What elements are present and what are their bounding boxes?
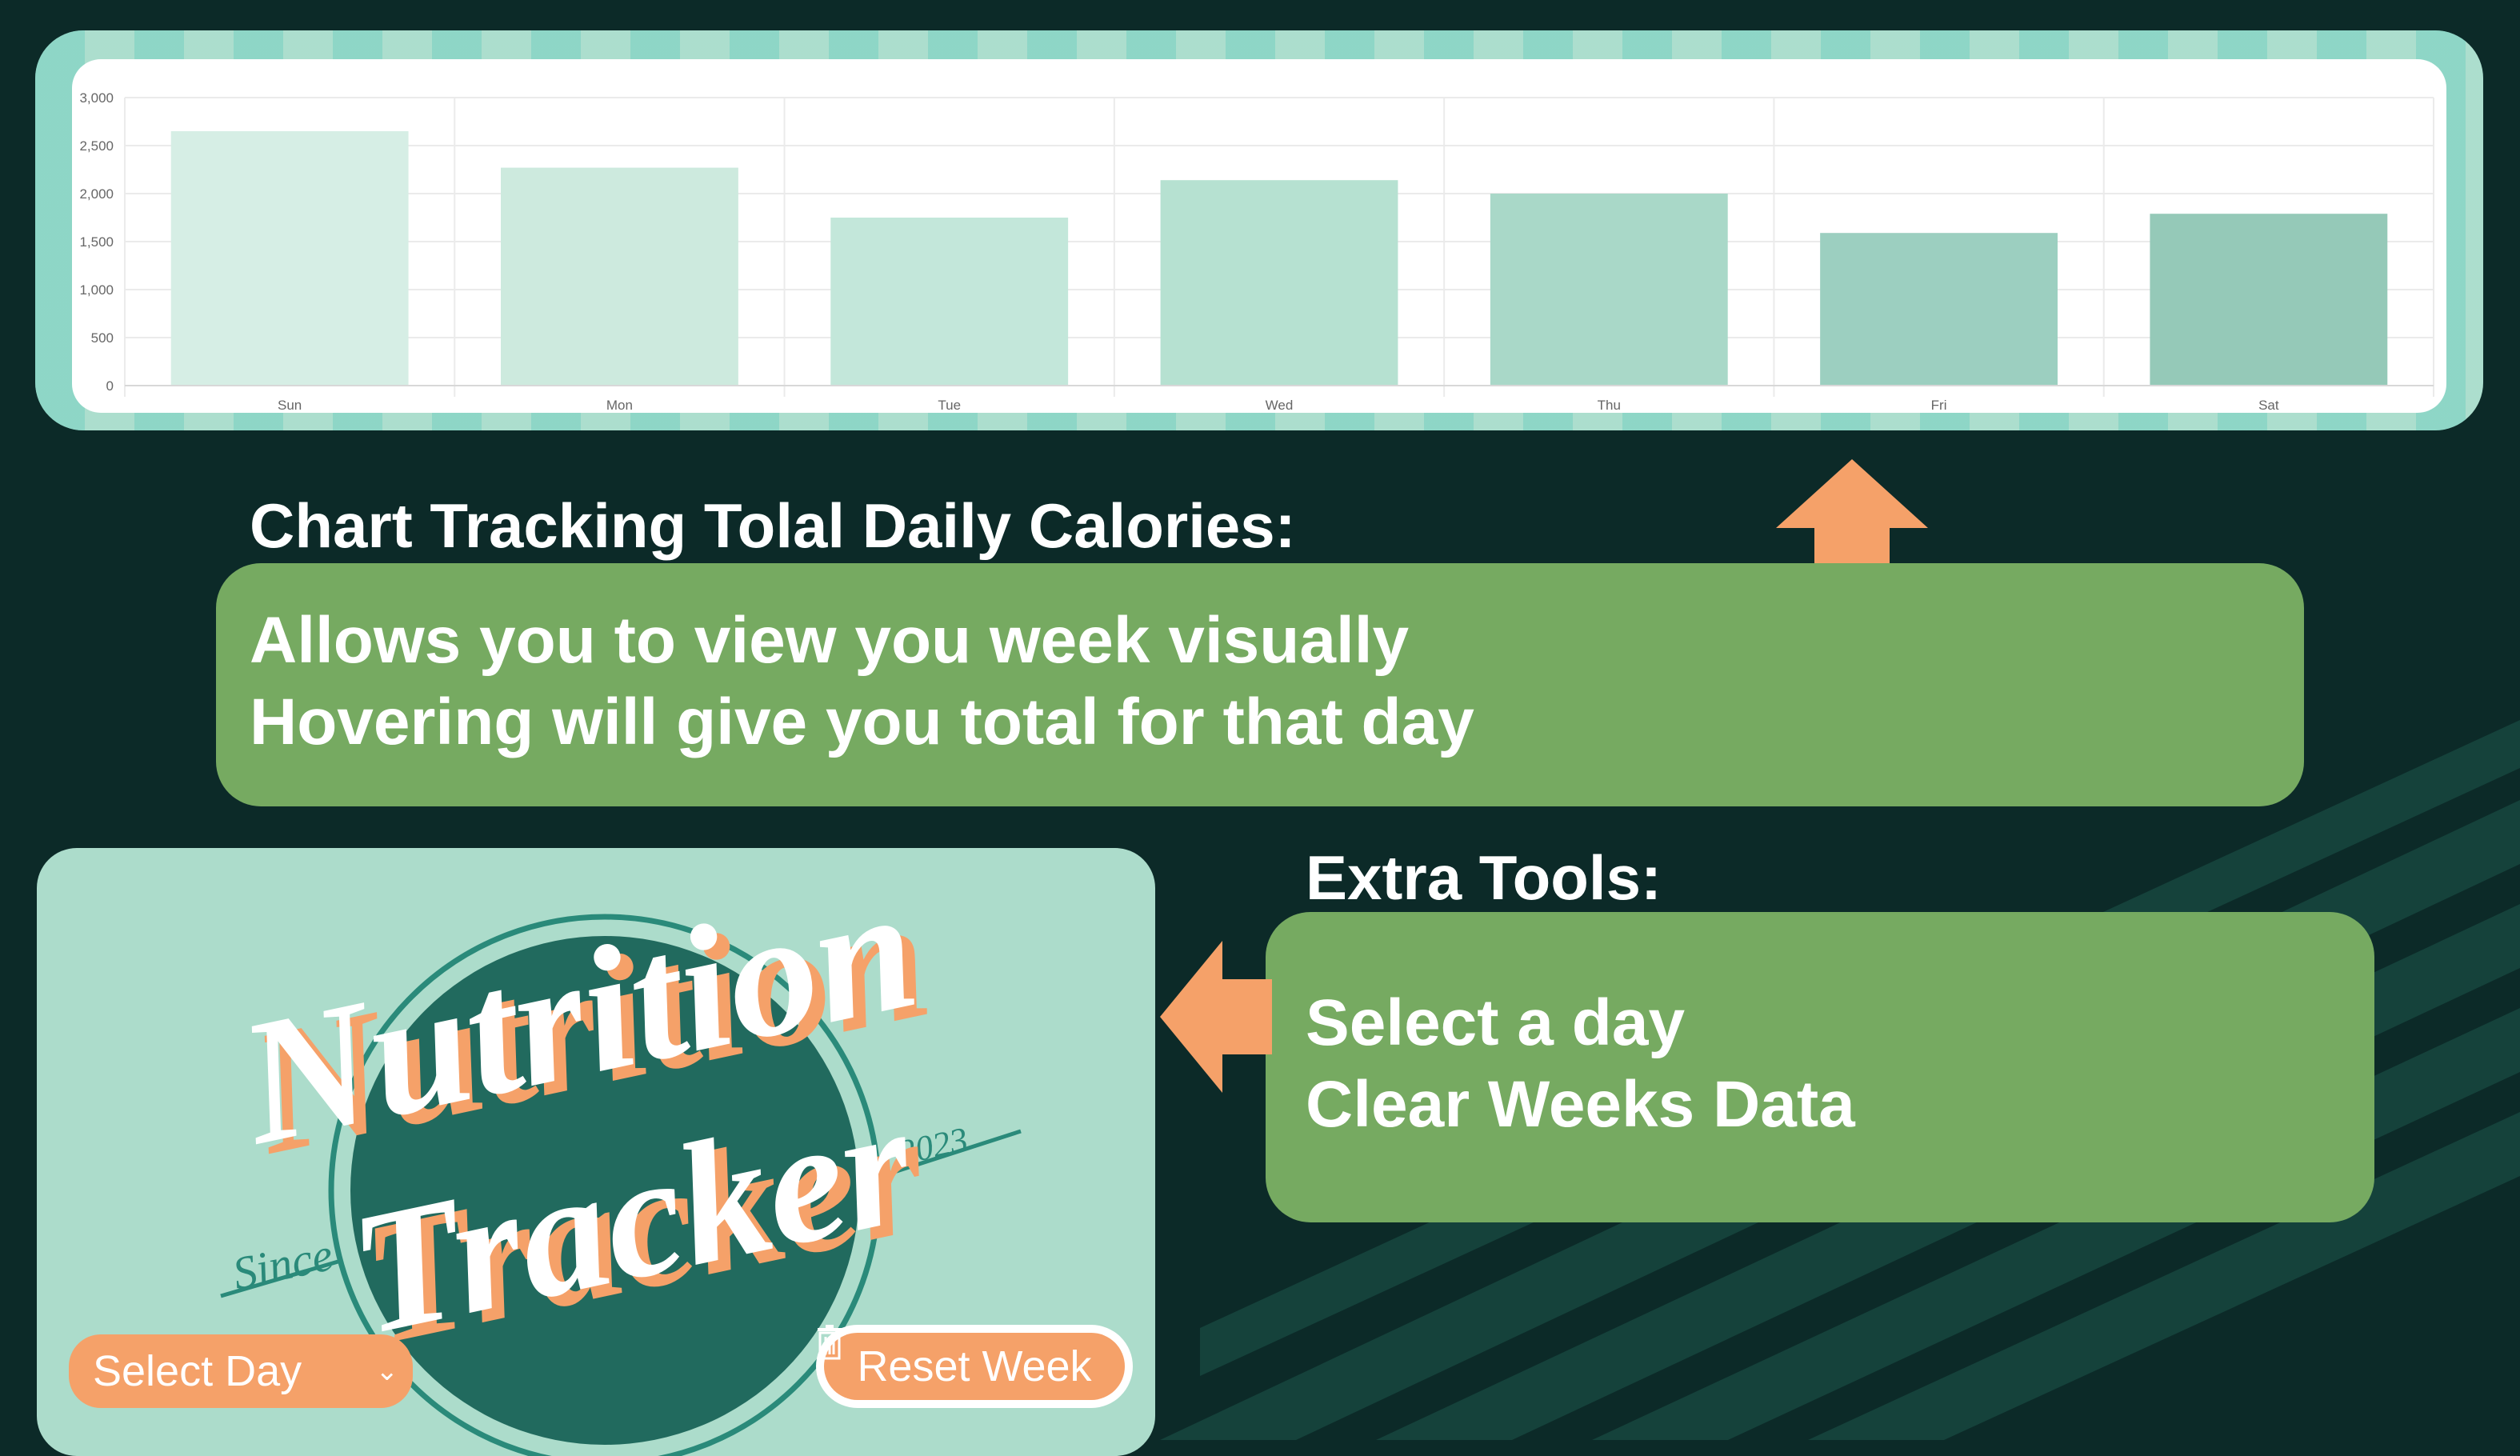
chart-heading: Chart Tracking Tolal Daily Calories: (250, 490, 1296, 561)
y-tick-label: 0 (106, 378, 114, 394)
x-tick-label: Fri (1931, 398, 1947, 413)
x-tick-label: Wed (1266, 398, 1294, 413)
x-tick-label: Thu (1598, 398, 1621, 413)
chart-description-callout: Allows you to view you week visually Hov… (216, 563, 2304, 806)
bar-sat[interactable] (2150, 214, 2388, 386)
chart-description-line-1: Allows you to view you week visually (250, 604, 1410, 677)
tools-description-line-1: Select a day (1306, 986, 1686, 1059)
bar-fri[interactable] (1820, 233, 2058, 386)
bar-chart-svg[interactable]: 0 500 1,000 1,500 2,000 2,500 3,000 Sun Mon Tue We… (72, 59, 2446, 413)
x-tick-label: Sat (2258, 398, 2279, 413)
trash-icon (818, 1325, 842, 1360)
reset-week-label: Reset Week (857, 1342, 1092, 1390)
y-tick-label: 3,000 (79, 90, 114, 106)
tools-heading: Extra Tools: (1306, 842, 1662, 913)
chevron-down-icon: ⌄ (375, 1356, 399, 1386)
y-tick-label: 2,500 (79, 138, 114, 154)
select-day-dropdown[interactable]: Select Day ⌄ (69, 1334, 413, 1408)
y-tick-label: 1,500 (79, 234, 114, 250)
reset-week-button[interactable]: Reset Week (816, 1325, 1133, 1408)
select-day-label: Select Day (93, 1347, 302, 1395)
y-tick-label: 1,000 (79, 282, 114, 298)
tools-description-callout: Select a day Clear Weeks Data (1266, 912, 2374, 1222)
arrow-up-icon (1776, 459, 1928, 566)
tools-description-line-2: Clear Weeks Data (1306, 1068, 1855, 1141)
y-tick-label: 500 (91, 330, 114, 346)
calorie-bar-chart[interactable]: 0 500 1,000 1,500 2,000 2,500 3,000 Sun Mon Tue We… (72, 59, 2446, 413)
reset-week-button-body[interactable]: Reset Week (818, 1325, 1125, 1400)
x-tick-label: Tue (938, 398, 961, 413)
app-panel: Since 2023 Nutrition Nutrition Tracker T… (37, 848, 1155, 1456)
bar-mon[interactable] (501, 167, 738, 386)
x-tick-label: Mon (606, 398, 633, 413)
x-tick-label: Sun (278, 398, 302, 413)
bar-thu[interactable] (1490, 194, 1728, 386)
arrow-left-icon (1160, 941, 1272, 1093)
bar-wed[interactable] (1160, 180, 1398, 386)
bar-tue[interactable] (830, 218, 1069, 386)
logo-since-text: Since (228, 1228, 337, 1300)
chart-description-line-2: Hovering will give you total for that da… (250, 686, 1474, 758)
y-tick-label: 2,000 (79, 186, 114, 202)
bar-sun[interactable] (170, 131, 409, 386)
chart-panel: 0 500 1,000 1,500 2,000 2,500 3,000 Sun Mon Tue We… (35, 30, 2483, 430)
